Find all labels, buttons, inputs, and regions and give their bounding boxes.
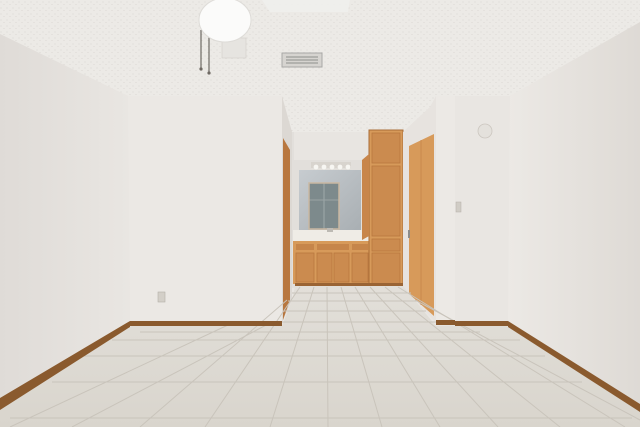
hvac-vent [281,52,323,68]
light-bulb-icon [321,164,327,170]
doorway [282,96,292,322]
room-illustration [0,0,640,427]
vanity-area [292,129,410,288]
wall-pillar [436,96,455,324]
light-globe-icon [198,0,252,43]
light-bulb-icon [345,164,351,170]
closet-door-wall [403,96,436,322]
light-bulb-icon [313,164,319,170]
light-bulb-icon [337,164,343,170]
door-knob-icon [408,230,410,238]
faucet-icon [327,228,333,232]
back-wall-left [128,96,282,322]
wall-outlet [157,291,166,303]
smoke-detector-icon [477,123,493,139]
light-bulb-icon [329,164,335,170]
light-switch [455,201,462,213]
back-wall-right [455,96,510,324]
room-photo [0,0,640,427]
closet-door [409,134,434,316]
